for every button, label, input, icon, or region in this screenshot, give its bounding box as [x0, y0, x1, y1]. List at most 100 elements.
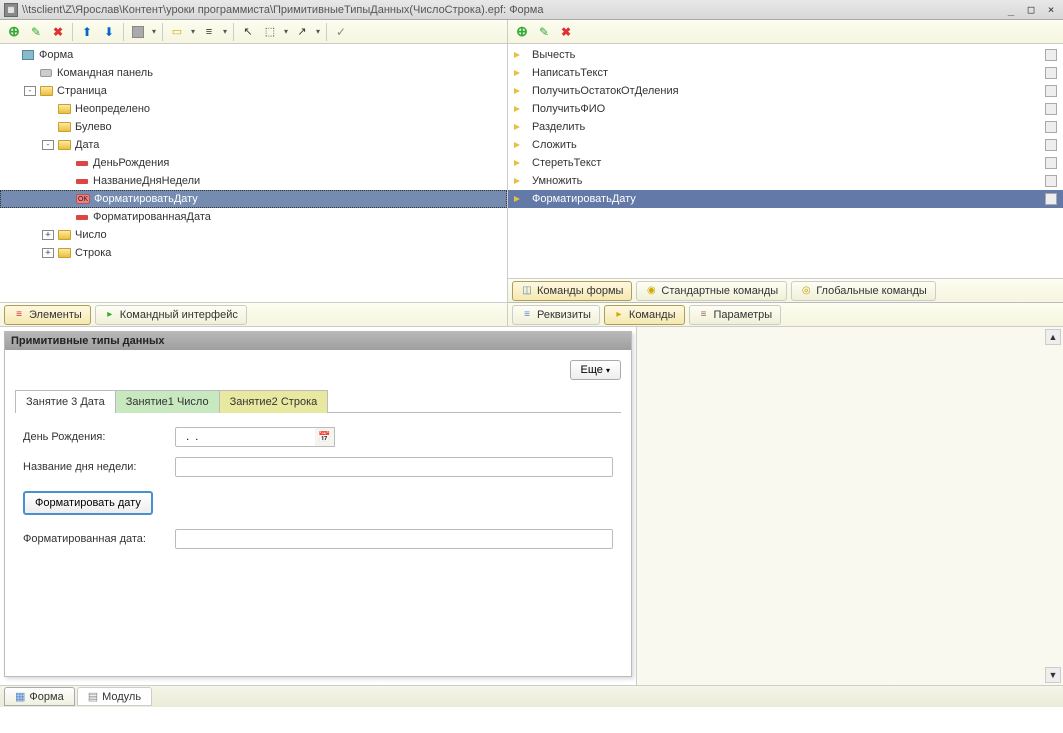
command-label: Сложить — [532, 139, 1045, 151]
expand-toggle[interactable]: - — [24, 86, 36, 96]
separator — [233, 23, 234, 41]
tab-commands[interactable]: ▸Команды — [604, 305, 685, 325]
tree-row[interactable]: -Страница — [0, 82, 507, 100]
more-button[interactable]: Еще ▾ — [570, 360, 621, 380]
command-row[interactable]: Умножить — [508, 172, 1063, 190]
input-birthday[interactable] — [175, 427, 315, 447]
tab-form[interactable]: ▦ Форма — [4, 687, 75, 706]
tab-std-commands[interactable]: ◉Стандартные команды — [636, 281, 787, 301]
param-icon: ≡ — [698, 309, 710, 321]
form-icon: ▦ — [15, 690, 25, 703]
tree-label: ФорматироватьДату — [94, 193, 198, 205]
command-label: НаписатьТекст — [532, 67, 1045, 79]
command-checkbox[interactable] — [1045, 139, 1057, 151]
dropdown-arrow[interactable]: ▾ — [150, 27, 158, 36]
tree-row[interactable]: -Дата — [0, 136, 507, 154]
tool-button-2[interactable]: ⬚ — [260, 22, 280, 42]
command-checkbox[interactable] — [1045, 157, 1057, 169]
expand-toggle[interactable]: + — [42, 248, 54, 258]
command-row[interactable]: СтеретьТекст — [508, 154, 1063, 172]
command-row[interactable]: ПолучитьФИО — [508, 100, 1063, 118]
panel-button-1[interactable]: ▭ — [167, 22, 187, 42]
folder-icon — [57, 139, 71, 151]
input-formatted[interactable] — [175, 529, 613, 549]
command-icon — [514, 176, 526, 186]
add-button[interactable]: ⊕ — [512, 22, 532, 42]
format-date-button[interactable]: Форматировать дату — [23, 491, 153, 515]
command-icon — [514, 194, 526, 204]
scroll-up-button[interactable]: ▲ — [1045, 329, 1061, 345]
tree-row[interactable]: OKФорматироватьДату — [0, 190, 507, 208]
tree-row[interactable]: ФорматированнаяДата — [0, 208, 507, 226]
tool-button-1[interactable]: ↖ — [238, 22, 258, 42]
dropdown-arrow[interactable]: ▾ — [221, 27, 229, 36]
tab-lesson2-string[interactable]: Занятие2 Строка — [219, 390, 329, 413]
tab-label: Форма — [29, 691, 63, 703]
tab-global-commands[interactable]: ◎Глобальные команды — [791, 281, 936, 301]
tree-row[interactable]: Неопределено — [0, 100, 507, 118]
command-row[interactable]: ПолучитьОстатокОтДеления — [508, 82, 1063, 100]
command-row[interactable]: Вычесть — [508, 46, 1063, 64]
add-button[interactable]: ⊕ — [4, 22, 24, 42]
command-row[interactable]: Разделить — [508, 118, 1063, 136]
edit-button[interactable]: ✎ — [534, 22, 554, 42]
tree-row[interactable]: Булево — [0, 118, 507, 136]
form-cmd-icon: ◫ — [521, 285, 533, 297]
tree-label: Строка — [75, 247, 111, 259]
command-checkbox[interactable] — [1045, 49, 1057, 61]
close-button[interactable]: × — [1043, 3, 1059, 17]
command-checkbox[interactable] — [1045, 85, 1057, 97]
command-row[interactable]: НаписатьТекст — [508, 64, 1063, 82]
delete-button[interactable]: ✖ — [48, 22, 68, 42]
global-cmd-icon: ◎ — [800, 285, 812, 297]
tree-row[interactable]: + Число — [0, 226, 507, 244]
tab-form-commands[interactable]: ◫Команды формы — [512, 281, 632, 301]
move-down-button[interactable]: ⬇ — [99, 22, 119, 42]
tree-row[interactable]: Командная панель — [0, 64, 507, 82]
expand-toggle[interactable]: + — [42, 230, 54, 240]
tree-row[interactable]: Форма — [0, 46, 507, 64]
move-up-button[interactable]: ⬆ — [77, 22, 97, 42]
dropdown-arrow[interactable]: ▾ — [314, 27, 322, 36]
tab-parameters[interactable]: ≡Параметры — [689, 305, 782, 325]
left-panel: ⊕ ✎ ✖ ⬆ ⬇ ▾ ▭▾ ≡▾ ↖ ⬚▾ ↗▾ ✓ ФормаКомандн… — [0, 20, 508, 326]
commands-list[interactable]: Вычесть НаписатьТекст ПолучитьОстатокОтДел… — [508, 44, 1063, 278]
input-dayname[interactable] — [175, 457, 613, 477]
tree-row[interactable]: + Строка — [0, 244, 507, 262]
edit-button[interactable]: ✎ — [26, 22, 46, 42]
command-checkbox[interactable] — [1045, 193, 1057, 205]
tree-row[interactable]: ДеньРождения — [0, 154, 507, 172]
command-checkbox[interactable] — [1045, 175, 1057, 187]
tab-module[interactable]: ▤Модуль — [77, 687, 152, 706]
tab-lesson3-date[interactable]: Занятие 3 Дата — [15, 390, 116, 413]
tab-lesson1-number[interactable]: Занятие1 Число — [115, 390, 220, 413]
expand-toggle[interactable]: - — [42, 140, 54, 150]
dropdown-arrow[interactable]: ▾ — [282, 27, 290, 36]
command-checkbox[interactable] — [1045, 67, 1057, 79]
tab-requisites[interactable]: ≡Реквизиты — [512, 305, 600, 325]
dropdown-arrow[interactable]: ▾ — [189, 27, 197, 36]
check-button[interactable]: ✓ — [331, 22, 351, 42]
command-row[interactable]: ФорматироватьДату — [508, 190, 1063, 208]
minimize-button[interactable]: _ — [1003, 3, 1019, 17]
title-bar: ▦ \\tsclient\Z\Ярослав\Контент\уроки про… — [0, 0, 1063, 20]
elements-tree[interactable]: ФормаКомандная панель-СтраницаНеопределе… — [0, 44, 507, 302]
delete-button[interactable]: ✖ — [556, 22, 576, 42]
copy-button[interactable] — [128, 22, 148, 42]
command-checkbox[interactable] — [1045, 103, 1057, 115]
maximize-button[interactable]: □ — [1023, 3, 1039, 17]
expand-toggle — [60, 176, 72, 186]
scroll-down-button[interactable]: ▼ — [1045, 667, 1061, 683]
calendar-button[interactable]: 📅 — [315, 427, 335, 447]
main-split: ⊕ ✎ ✖ ⬆ ⬇ ▾ ▭▾ ≡▾ ↖ ⬚▾ ↗▾ ✓ ФормаКомандн… — [0, 20, 1063, 326]
command-row[interactable]: Сложить — [508, 136, 1063, 154]
tab-elements[interactable]: ≡Элементы — [4, 305, 91, 325]
tab-command-interface[interactable]: ▸Командный интерфейс — [95, 305, 247, 325]
command-label: ПолучитьОстатокОтДеления — [532, 85, 1045, 97]
left-tab-strip: ≡Элементы ▸Командный интерфейс — [0, 302, 507, 326]
panel-button-2[interactable]: ≡ — [199, 22, 219, 42]
tree-row[interactable]: НазваниеДняНедели — [0, 172, 507, 190]
tool-button-3[interactable]: ↗ — [292, 22, 312, 42]
command-checkbox[interactable] — [1045, 121, 1057, 133]
tree-label: Число — [75, 229, 107, 241]
